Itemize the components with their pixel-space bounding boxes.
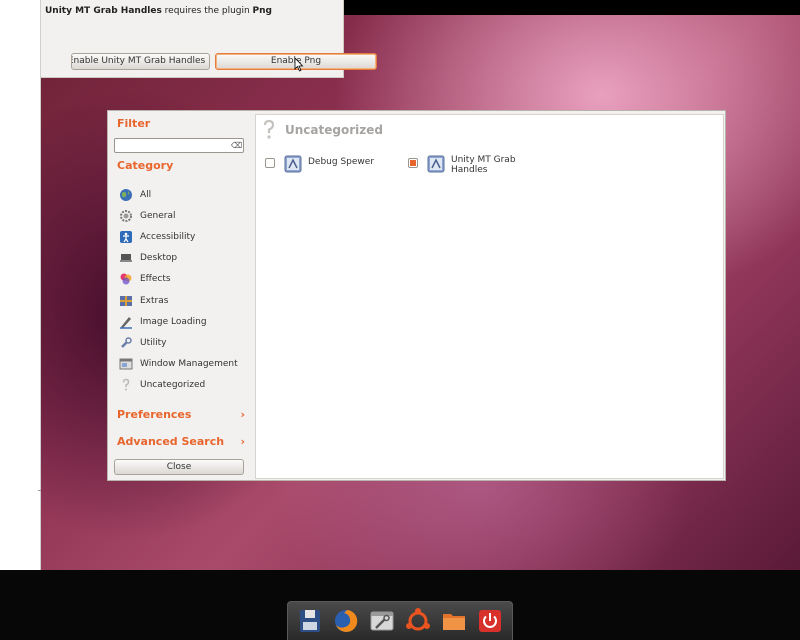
power-icon [479,610,501,632]
folder-icon [443,614,465,630]
ccsm-settings-window: Filter ⌫ Category All General Accessibil… [107,110,726,481]
gear-icon [120,209,132,222]
plugin-enable-checkbox[interactable] [408,158,418,168]
conflict-message: Unity MT Grab Handles requires the plugi… [45,6,272,16]
background-window-edge [0,0,41,570]
dock [287,601,513,640]
chevron-right-icon: › [240,435,245,448]
category-list: All General Accessibility Desktop Effect… [119,184,249,396]
enable-unity-mt-grab-handles-button[interactable]: Enable Unity MT Grab Handles [71,53,210,70]
ubuntu-icon [406,608,430,631]
plugin-debug-spewer: Debug Spewer [265,154,374,174]
plugin-name[interactable]: Unity MT Grab Handles [451,155,521,175]
category-item-utility[interactable]: Utility [119,332,249,353]
image-loading-icon [120,316,132,329]
filter-heading: Filter [117,117,151,130]
category-label: Effects [140,274,171,285]
settings-icon [370,611,394,631]
plugin-unity-mt-grab-handles: Unity MT Grab Handles [408,154,521,175]
filter-input[interactable] [115,139,225,152]
extras-icon [120,295,132,306]
question-icon [122,378,130,391]
category-item-desktop[interactable]: Desktop [119,248,249,269]
filter-field[interactable]: ⌫ [114,138,244,153]
category-label: All [140,189,152,200]
category-item-uncategorized[interactable]: Uncategorized [119,375,249,396]
category-label: General [140,210,176,221]
category-label: Uncategorized [140,380,206,391]
firefox-icon [335,609,358,632]
clear-filter-icon[interactable]: ⌫ [231,140,242,151]
chevron-right-icon: › [240,408,245,421]
question-icon [263,119,275,139]
plugin-enable-checkbox[interactable] [265,158,275,168]
category-item-extras[interactable]: Extras [119,290,249,311]
desktop-icon [120,254,132,263]
category-label: Desktop [140,253,178,264]
category-label: Extras [140,295,169,306]
category-item-all[interactable]: All [119,184,249,205]
utility-icon [121,337,132,348]
category-label: Utility [140,337,167,348]
close-button[interactable]: Close [114,459,244,475]
globe-icon [120,188,132,201]
preferences-label: Preferences [117,408,192,421]
advanced-search-expander[interactable]: Advanced Search › [117,435,245,448]
dock-item-firefox[interactable] [331,606,361,636]
category-item-effects[interactable]: Effects [119,269,249,290]
category-label: Image Loading [140,316,207,327]
category-label: Window Management [140,359,238,370]
advanced-search-label: Advanced Search [117,435,225,448]
plugin-list-panel: Uncategorized Debug Spewer Unity MT Grab… [255,114,724,479]
save-icon [300,610,320,632]
dock-item-ubuntu[interactable] [403,606,433,636]
window-management-icon [119,358,133,370]
plugin-icon [284,155,302,173]
category-title: Uncategorized [285,123,383,137]
dock-item-power[interactable] [475,606,505,636]
dock-item-save[interactable] [295,606,325,636]
category-item-general[interactable]: General [119,205,249,226]
effects-icon [120,273,132,285]
accessibility-icon [120,230,132,243]
preferences-expander[interactable]: Preferences › [117,408,245,421]
mouse-cursor-icon [294,58,304,72]
category-item-image-loading[interactable]: Image Loading [119,311,249,332]
category-item-window-management[interactable]: Window Management [119,354,249,375]
category-item-accessibility[interactable]: Accessibility [119,226,249,247]
plugin-icon [427,155,445,173]
dock-item-settings[interactable] [367,606,397,636]
sidebar: Filter ⌫ Category All General Accessibil… [108,111,253,480]
category-label: Accessibility [140,231,196,242]
plugin-name[interactable]: Debug Spewer [308,157,374,167]
plugin-conflict-dialog: Unity MT Grab Handles requires the plugi… [41,0,377,78]
category-heading: Category [117,159,174,172]
dock-item-files[interactable] [439,606,469,636]
